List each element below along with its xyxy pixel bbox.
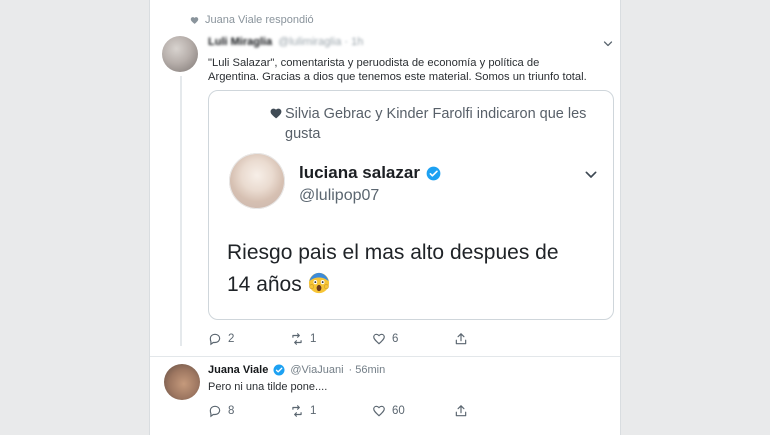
tweet-actions: 8 1 60 (208, 404, 536, 418)
tweet-actions: 2 1 6 (208, 332, 536, 346)
reply-count: 8 (228, 405, 235, 417)
user-handle[interactable]: @lulimiraglia · 1h (278, 36, 363, 48)
retweet-count: 1 (310, 333, 317, 345)
verified-badge-icon (273, 364, 285, 376)
reply-icon (209, 405, 221, 418)
tweet-panel: Juana Viale respondió Luli Miraglia @lul… (150, 0, 620, 435)
like-button[interactable]: 60 (372, 404, 454, 418)
quoted-text-line: 14 años (227, 273, 302, 296)
quoted-tweet-card[interactable]: Silvia Gebrac y Kinder Farolfi indicaron… (208, 90, 614, 320)
like-icon (373, 405, 385, 417)
like-icon (373, 333, 385, 345)
tweet-text-line: "Luli Salazar", comentarista y peruodist… (208, 57, 540, 69)
avatar[interactable] (229, 153, 285, 209)
reply-button[interactable]: 8 (208, 404, 290, 418)
like-count: 60 (392, 405, 405, 417)
share-icon (455, 333, 467, 345)
user-handle[interactable]: @ViaJuani (290, 364, 343, 376)
tweet-text-line: Argentina. Gracias a dios que tenemos es… (208, 71, 587, 83)
reply-icon (209, 333, 221, 346)
user-handle[interactable]: @lulipop07 (299, 187, 379, 205)
thread-line (180, 76, 182, 346)
quoted-user-name-row: luciana salazar (299, 163, 441, 183)
heart-icon (190, 16, 199, 25)
avatar[interactable] (162, 36, 198, 72)
tweet-time[interactable]: · 56min (349, 364, 386, 376)
tweet-header: Juana Viale @ViaJuani · 56min (208, 364, 385, 376)
like-count: 6 (392, 333, 399, 345)
quoted-text-line: Riesgo pais el mas alto despues de (227, 241, 559, 264)
retweet-icon (292, 333, 302, 345)
tweet-header: Luli Miraglia @lulimiraglia · 1h (208, 36, 363, 48)
reply-context-label: Juana Viale respondió (205, 14, 314, 26)
tweet-text: "Luli Salazar", comentarista y peruodist… (208, 56, 608, 84)
avatar[interactable] (164, 364, 200, 400)
user-name[interactable]: Luli Miraglia (208, 36, 272, 48)
retweet-button[interactable]: 1 (290, 404, 372, 418)
share-button[interactable] (454, 404, 536, 418)
share-icon (455, 405, 467, 417)
like-button[interactable]: 6 (372, 332, 454, 346)
retweet-icon (292, 405, 302, 417)
reply-count: 2 (228, 333, 235, 345)
liked-by-context: Silvia Gebrac y Kinder Farolfi indicaron… (285, 106, 587, 142)
verified-badge-icon (426, 166, 441, 181)
chevron-down-icon[interactable] (583, 167, 599, 183)
chevron-down-icon[interactable] (602, 38, 614, 50)
reply-button[interactable]: 2 (208, 332, 290, 346)
reply-context: Juana Viale respondió (190, 14, 314, 26)
user-name[interactable]: luciana salazar (299, 163, 420, 183)
share-button[interactable] (454, 332, 536, 346)
screaming-face-emoji (308, 272, 330, 294)
tweet-text: Pero ni una tilde pone.... (208, 381, 328, 393)
heart-icon (269, 107, 283, 120)
user-name[interactable]: Juana Viale (208, 364, 268, 376)
retweet-count: 1 (310, 405, 317, 417)
quoted-tweet-text: Riesgo pais el mas alto despues de 14 añ… (227, 237, 607, 301)
quoted-text-line-2: 14 años (227, 269, 607, 301)
divider (150, 356, 620, 357)
retweet-button[interactable]: 1 (290, 332, 372, 346)
